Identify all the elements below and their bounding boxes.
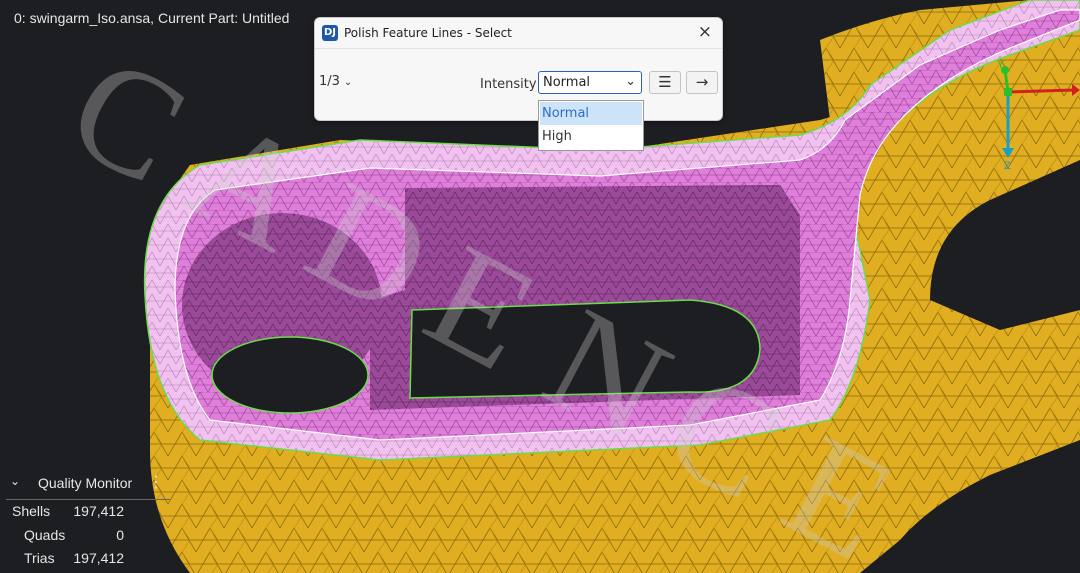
more-options-icon[interactable]: ⋮ bbox=[148, 472, 164, 492]
dropdown-option-high[interactable]: High bbox=[540, 125, 642, 148]
polish-feature-lines-dialog: DJ Polish Feature Lines - Select × 1/3 ⌄ … bbox=[314, 17, 723, 121]
intensity-select-value: Normal bbox=[543, 75, 591, 90]
dialog-divider bbox=[315, 48, 722, 49]
dialog-titlebar[interactable]: DJ Polish Feature Lines - Select × bbox=[315, 18, 722, 48]
chevron-down-icon: ⌄ bbox=[343, 77, 353, 88]
quality-monitor-panel: ⌄ Quality Monitor ⋮ Shells 197,412 Quads… bbox=[0, 470, 172, 573]
window-title: 0: swingarm_Iso.ansa, Current Part: Unti… bbox=[14, 10, 290, 26]
list-icon: ☰ bbox=[658, 73, 672, 91]
axis-label-y: Y bbox=[997, 59, 1005, 71]
quality-value: 197,412 bbox=[73, 550, 124, 566]
dropdown-option-normal[interactable]: Normal bbox=[540, 102, 642, 125]
intensity-select[interactable]: Normal ⌄ bbox=[538, 71, 642, 94]
quality-label: Shells bbox=[12, 503, 51, 519]
quality-label: Quads bbox=[24, 527, 66, 543]
quality-monitor-title: Quality Monitor bbox=[38, 475, 133, 491]
collapse-chevron-icon[interactable]: ⌄ bbox=[10, 474, 20, 488]
step-pager[interactable]: 1/3 ⌄ bbox=[319, 74, 352, 89]
next-button[interactable]: → bbox=[686, 71, 718, 94]
quality-row-quads: Quads 0 bbox=[0, 527, 172, 547]
quality-row-trias: Trias 197,412 bbox=[0, 550, 172, 570]
dialog-title: Polish Feature Lines - Select bbox=[344, 26, 512, 40]
panel-divider bbox=[6, 499, 170, 500]
close-icon[interactable]: × bbox=[698, 22, 712, 42]
quality-label: Trias bbox=[24, 550, 55, 566]
intensity-dropdown-list: Normal High bbox=[538, 100, 644, 151]
chevron-down-icon: ⌄ bbox=[625, 74, 636, 89]
list-button[interactable]: ☰ bbox=[649, 71, 681, 94]
quality-value: 0 bbox=[116, 527, 124, 543]
quality-value: 197,412 bbox=[73, 503, 124, 519]
app-icon: DJ bbox=[322, 25, 338, 41]
quality-row-shells: Shells 197,412 bbox=[0, 503, 172, 523]
arrow-right-icon: → bbox=[695, 73, 709, 91]
intensity-label: Intensity bbox=[480, 77, 537, 92]
axis-label-z: Z bbox=[1004, 160, 1011, 172]
step-pager-label: 1/3 bbox=[319, 74, 340, 89]
